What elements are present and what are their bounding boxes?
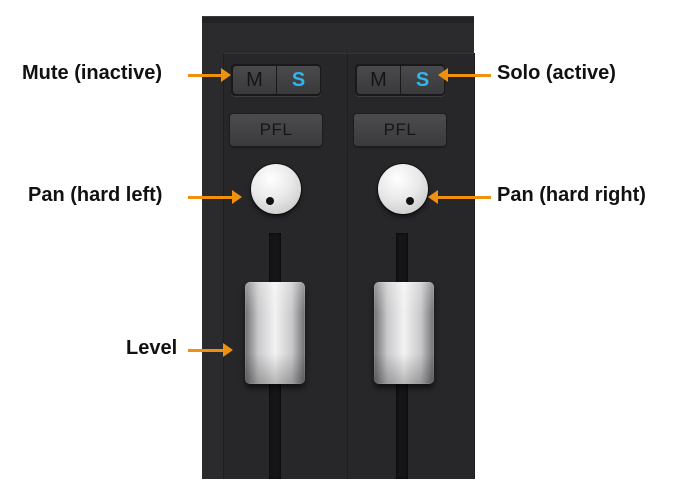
- pan-knob[interactable]: [378, 164, 428, 214]
- callout-mute-arrow: [188, 68, 231, 82]
- callout-solo-label: Solo (active): [497, 62, 616, 84]
- mute-solo-group: M S: [355, 64, 445, 96]
- pfl-button[interactable]: PFL: [354, 114, 446, 146]
- channel-strip-2: M S PFL: [347, 53, 475, 479]
- level-fader-handle[interactable]: [374, 282, 434, 384]
- mute-button[interactable]: M: [233, 66, 276, 94]
- callout-pan-left-arrow: [188, 190, 242, 204]
- callout-level-arrow: [188, 343, 233, 357]
- mixer-top-bar: [202, 17, 474, 23]
- pfl-button[interactable]: PFL: [230, 114, 322, 146]
- solo-button[interactable]: S: [277, 66, 320, 94]
- mute-solo-group: M S: [231, 64, 321, 96]
- callout-pan-left-label: Pan (hard left): [28, 184, 163, 206]
- callout-mute-label: Mute (inactive): [22, 62, 163, 84]
- channel-strip-1: M S PFL: [223, 53, 351, 479]
- callout-level-label: Level: [126, 337, 178, 359]
- pan-knob[interactable]: [251, 164, 301, 214]
- pan-indicator-dot: [266, 197, 274, 205]
- callout-pan-right-arrow: [428, 190, 491, 204]
- level-fader-handle[interactable]: [245, 282, 305, 384]
- callout-pan-right-label: Pan (hard right): [497, 184, 646, 206]
- mixer-panel: M S PFL M S PFL: [202, 16, 475, 479]
- pan-indicator-dot: [406, 197, 414, 205]
- mute-button[interactable]: M: [357, 66, 400, 94]
- callout-solo-arrow: [438, 68, 491, 82]
